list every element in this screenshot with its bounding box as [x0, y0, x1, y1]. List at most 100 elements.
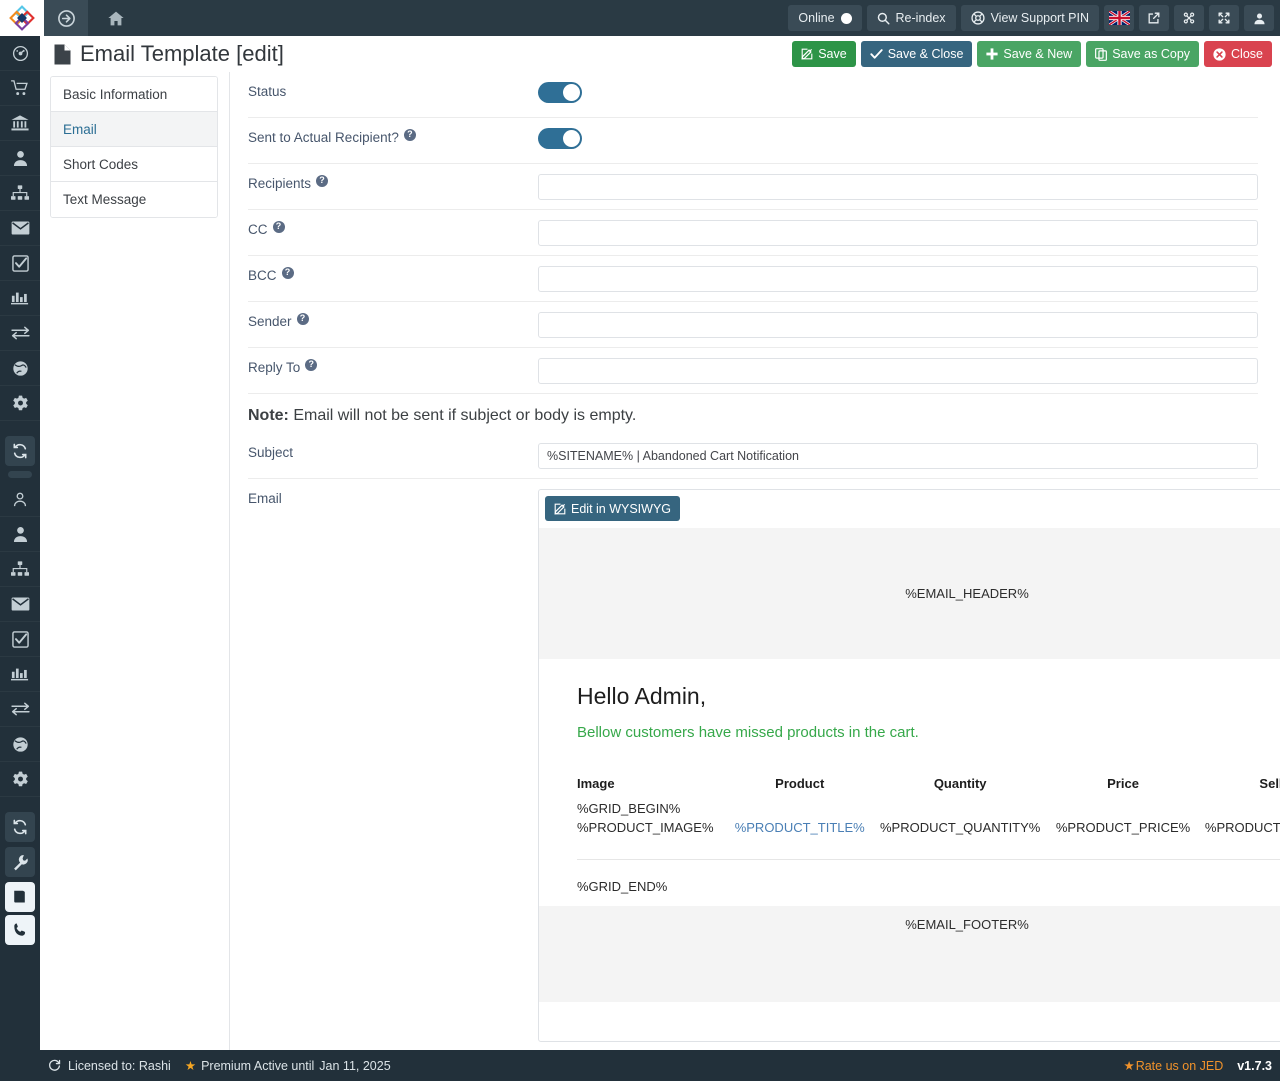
- tab-short-codes[interactable]: Short Codes: [51, 147, 217, 182]
- rail-item-support-phone[interactable]: [5, 915, 35, 945]
- save-and-close-button[interactable]: Save & Close: [860, 41, 973, 67]
- rail-item-structure[interactable]: [0, 552, 40, 587]
- edit-in-wysiwyg-button[interactable]: Edit in WYSIWYG: [545, 496, 681, 521]
- globe-icon: [12, 736, 28, 752]
- uk-flag-icon[interactable]: [1104, 5, 1134, 31]
- rail-item-settings[interactable]: [0, 386, 40, 421]
- user-icon: [13, 150, 27, 166]
- field-row-cc: CC ?: [248, 210, 1258, 256]
- star-icon: ★: [1123, 1059, 1135, 1073]
- home-icon[interactable]: [88, 0, 144, 36]
- sender-input[interactable]: [538, 312, 1258, 338]
- rail-item-store[interactable]: [0, 106, 40, 141]
- rail-item-customers[interactable]: [0, 141, 40, 176]
- external-link-icon[interactable]: [1139, 5, 1169, 31]
- rail-item-dashboard[interactable]: [0, 36, 40, 71]
- tab-basic-information[interactable]: Basic Information: [51, 77, 217, 112]
- email-footer-band: %EMAIL_FOOTER%: [539, 905, 1280, 1002]
- help-icon[interactable]: ?: [281, 266, 294, 279]
- rail-item-config[interactable]: [0, 762, 40, 797]
- field-row-sender: Sender ?: [248, 302, 1258, 348]
- bar-chart-icon: [11, 292, 29, 305]
- reply-to-input[interactable]: [538, 358, 1258, 384]
- rail-item-sync[interactable]: [0, 692, 40, 727]
- rail-item-locations[interactable]: [0, 351, 40, 386]
- rate-us-on-jed-link[interactable]: ★ Rate us on JED: [1123, 1058, 1223, 1074]
- star-icon: ★: [184, 1059, 197, 1073]
- reindex-button[interactable]: Re-index: [866, 5, 956, 31]
- note-text: Email will not be sent if subject or bod…: [293, 407, 637, 424]
- top-navigation-bar: Online Re-index View Support PIN: [0, 0, 1280, 36]
- tab-list: Basic Information Email Short Codes Text…: [50, 76, 218, 218]
- help-icon[interactable]: ?: [296, 312, 309, 325]
- view-support-pin-button[interactable]: View Support PIN: [960, 5, 1099, 31]
- sender-label-text: Sender: [248, 314, 292, 329]
- rail-item-sync-bottom[interactable]: [5, 812, 35, 842]
- rail-item-mail[interactable]: [0, 587, 40, 622]
- subject-input[interactable]: [538, 443, 1258, 469]
- status-label-text: Status: [248, 84, 287, 99]
- rail-item-categories[interactable]: [0, 176, 40, 211]
- rail-item-users[interactable]: [0, 517, 40, 552]
- field-row-subject: Subject: [248, 433, 1258, 479]
- expand-arrows-icon[interactable]: [1209, 5, 1239, 31]
- bcc-input[interactable]: [538, 266, 1258, 292]
- rail-item-analytics[interactable]: [0, 657, 40, 692]
- online-status-button[interactable]: Online: [788, 5, 862, 31]
- rail-item-docs[interactable]: [5, 882, 35, 912]
- close-button[interactable]: Close: [1204, 41, 1272, 67]
- help-icon[interactable]: ?: [272, 220, 285, 233]
- email-preview-box: Edit in WYSIWYG %EMAIL_HEADER% Hello Adm…: [538, 489, 1280, 1042]
- sent-to-actual-recipient-toggle[interactable]: [538, 128, 582, 149]
- rail-spacer-2: [0, 797, 40, 807]
- rail-item-transactions[interactable]: [0, 316, 40, 351]
- online-indicator-icon: [840, 12, 852, 24]
- joomla-logo-icon[interactable]: [0, 0, 44, 36]
- forward-nav-button[interactable]: [44, 0, 88, 36]
- rail-item-tasks[interactable]: [0, 246, 40, 281]
- help-icon[interactable]: ?: [305, 358, 318, 371]
- refresh-icon: [13, 819, 27, 835]
- field-row-reply-to: Reply To ?: [248, 348, 1258, 394]
- cc-label-text: CC: [248, 222, 268, 237]
- product-table: Image Product Quantity Price Seller: [577, 776, 1280, 906]
- wysiwyg-button-label: Edit in WYSIWYG: [571, 501, 672, 516]
- save-and-new-button[interactable]: Save & New: [977, 41, 1082, 67]
- product-table-body: %GRID_BEGIN% %PRODUCT_IMAGE% %PRODUCT_TI…: [577, 799, 1280, 906]
- rail-item-sync-top[interactable]: [5, 436, 35, 466]
- help-icon[interactable]: ?: [316, 174, 329, 187]
- document-icon: [54, 44, 71, 64]
- status-toggle[interactable]: [538, 82, 582, 103]
- tab-text-message[interactable]: Text Message: [51, 182, 217, 217]
- tabs-column: Basic Information Email Short Codes Text…: [40, 72, 218, 1050]
- rail-item-tools[interactable]: [5, 847, 35, 877]
- cell-product-title[interactable]: %PRODUCT_TITLE%: [728, 818, 872, 860]
- column-seller: Seller: [1259, 776, 1280, 791]
- rail-spacer-1: [0, 421, 40, 431]
- email-body-preview: %EMAIL_HEADER% Hello Admin, Bellow custo…: [539, 528, 1280, 1002]
- joomla-icon[interactable]: [1174, 5, 1204, 31]
- table-row: %PRODUCT_IMAGE% %PRODUCT_TITLE% %PRODUCT…: [577, 818, 1280, 860]
- rail-item-reports[interactable]: [0, 281, 40, 316]
- rail-item-profile[interactable]: [0, 482, 40, 517]
- rail-item-web[interactable]: [0, 727, 40, 762]
- save-button[interactable]: Save: [792, 41, 856, 67]
- save-button-label: Save: [818, 47, 847, 61]
- grid-begin-row: %GRID_BEGIN%: [577, 799, 1280, 818]
- empty-body-note: Note: Email will not be sent if subject …: [248, 394, 1258, 433]
- sent-to-actual-recipient-label: Sent to Actual Recipient? ?: [248, 128, 538, 145]
- rail-drag-handle[interactable]: [8, 471, 32, 478]
- user-icon[interactable]: [1244, 5, 1274, 31]
- save-as-copy-button[interactable]: Save as Copy: [1086, 41, 1200, 67]
- refresh-icon: [13, 443, 27, 459]
- check-square-icon: [11, 630, 29, 648]
- recipients-input[interactable]: [538, 174, 1258, 200]
- rail-item-emails[interactable]: [0, 211, 40, 246]
- sender-field: [538, 312, 1258, 338]
- rail-item-approvals[interactable]: [0, 622, 40, 657]
- close-circle-icon: [1213, 47, 1226, 61]
- rail-item-orders[interactable]: [0, 71, 40, 106]
- tab-email[interactable]: Email: [51, 112, 217, 147]
- cc-input[interactable]: [538, 220, 1258, 246]
- help-icon[interactable]: ?: [403, 128, 416, 141]
